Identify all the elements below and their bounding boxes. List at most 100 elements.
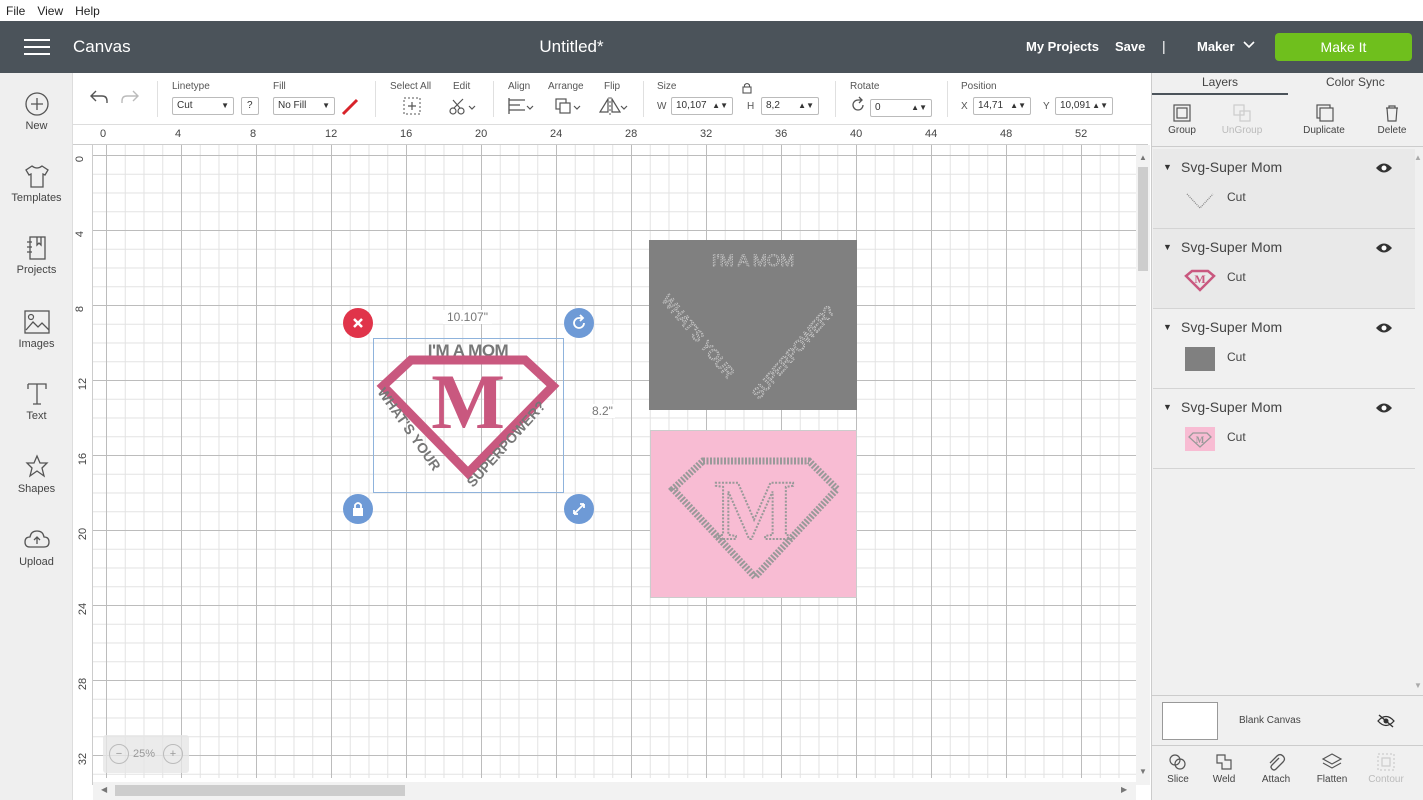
sidebar-label-images: Images (18, 338, 55, 350)
ruler-top-label: 40 (850, 128, 863, 140)
machine-selector[interactable]: Maker (1197, 39, 1235, 54)
scroll-right-icon[interactable]: ▶ (1121, 785, 1127, 794)
arrange-icon[interactable] (553, 96, 581, 116)
stepper-icon[interactable]: ▲▼ (911, 100, 927, 116)
lock-ratio-icon[interactable] (740, 81, 754, 95)
slice-button[interactable]: Slice (1152, 752, 1204, 785)
save-button[interactable]: Save (1115, 39, 1145, 54)
tshirt-icon (24, 165, 49, 188)
stepper-icon[interactable]: ▲▼ (798, 98, 814, 114)
zoom-out-button[interactable]: − (109, 744, 129, 764)
horizontal-scrollbar[interactable]: ◀ ▶ (93, 782, 1136, 800)
select-all-icon[interactable] (402, 96, 422, 116)
sidebar-item-new[interactable]: New (0, 91, 73, 132)
expand-caret-icon[interactable]: ▼ (1163, 242, 1172, 252)
eye-hidden-icon[interactable] (1377, 713, 1395, 729)
ruler-left-label: 8 (74, 305, 87, 313)
vertical-scrollbar[interactable]: ▲ ▼ (1136, 145, 1150, 785)
eye-icon[interactable] (1375, 401, 1393, 415)
flip-icon[interactable] (598, 96, 628, 116)
eye-icon[interactable] (1375, 161, 1393, 175)
flatten-button[interactable]: Flatten (1306, 752, 1358, 785)
layer-group-1[interactable]: ▼ Svg-Super Mom Cut (1153, 149, 1415, 229)
ungroup-icon (1233, 104, 1251, 122)
fill-color-swatch-icon[interactable] (340, 97, 360, 117)
make-it-button[interactable]: Make It (1275, 33, 1412, 61)
panel-scroll-down-icon[interactable]: ▼ (1414, 681, 1422, 690)
width-input[interactable]: 10,107 ▲▼ (671, 97, 733, 115)
vertical-scroll-thumb[interactable] (1138, 167, 1148, 271)
panel-scroll-up-icon[interactable]: ▲ (1414, 153, 1422, 162)
tab-color-sync[interactable]: Color Sync (1326, 75, 1385, 89)
linetype-help-button[interactable]: ? (241, 97, 259, 115)
lock-handle-icon[interactable] (343, 494, 373, 524)
menu-help[interactable]: Help (75, 4, 100, 18)
contour-button[interactable]: Contour (1360, 752, 1412, 785)
undo-icon[interactable] (88, 88, 110, 106)
layer-group-2[interactable]: ▼ Svg-Super Mom M Cut (1153, 229, 1415, 309)
scroll-down-icon[interactable]: ▼ (1139, 767, 1147, 776)
toolbar-divider (947, 81, 948, 117)
align-icon[interactable] (506, 96, 534, 116)
zoom-in-button[interactable]: + (163, 744, 183, 764)
tab-layers[interactable]: Layers (1202, 75, 1238, 89)
super-mom-design[interactable]: I'M A MOM M WHAT'S YOUR SUPERPOWER? (373, 338, 564, 493)
x-position-input[interactable]: 14,71 ▲▼ (973, 97, 1031, 115)
scroll-up-icon[interactable]: ▲ (1139, 153, 1147, 162)
eye-icon[interactable] (1375, 241, 1393, 255)
fill-select[interactable]: No Fill ▼ (273, 97, 335, 115)
stepper-icon[interactable]: ▲▼ (1010, 98, 1026, 114)
layer-group-3[interactable]: ▼ Svg-Super Mom Cut (1153, 309, 1415, 389)
grey-layer-card[interactable]: I'M A MOM WHAT'S YOUR SUPERPOWER? (649, 240, 857, 410)
layer-group-4[interactable]: ▼ Svg-Super Mom M Cut (1153, 389, 1415, 469)
eye-icon[interactable] (1375, 321, 1393, 335)
blank-canvas-swatch[interactable] (1162, 702, 1218, 740)
ruler-top-label: 36 (775, 128, 788, 140)
document-title[interactable]: Untitled* (0, 37, 1143, 57)
rotate-handle-icon[interactable] (564, 308, 594, 338)
sidebar-item-text[interactable]: Text (0, 381, 73, 422)
delete-button[interactable]: Delete (1366, 103, 1418, 136)
sidebar-item-projects[interactable]: Projects (0, 235, 73, 276)
edit-scissors-icon[interactable] (448, 96, 476, 116)
ruler-top-label: 24 (550, 128, 563, 140)
pink-layer-card[interactable]: M (650, 430, 857, 598)
expand-caret-icon[interactable]: ▼ (1163, 322, 1172, 332)
blank-canvas-row[interactable]: Blank Canvas (1152, 695, 1423, 745)
group-button[interactable]: Group (1156, 103, 1208, 136)
layer-operation: Cut (1227, 190, 1246, 204)
rotate-label: Rotate (850, 81, 880, 92)
expand-caret-icon[interactable]: ▼ (1163, 402, 1172, 412)
menu-view[interactable]: View (37, 4, 63, 18)
linetype-select[interactable]: Cut ▼ (172, 97, 234, 115)
chevron-down-icon[interactable] (1242, 37, 1256, 54)
menu-file[interactable]: File (6, 4, 25, 18)
horizontal-scroll-thumb[interactable] (115, 785, 405, 796)
layer-operation: Cut (1227, 350, 1246, 364)
expand-caret-icon[interactable]: ▼ (1163, 162, 1172, 172)
delete-handle-icon[interactable] (343, 308, 373, 338)
sidebar-item-images[interactable]: Images (0, 309, 73, 350)
my-projects-link[interactable]: My Projects (1026, 39, 1099, 54)
weld-button[interactable]: Weld (1198, 752, 1250, 785)
duplicate-button[interactable]: Duplicate (1298, 103, 1350, 136)
resize-handle-icon[interactable] (564, 494, 594, 524)
ruler-top-label: 4 (175, 128, 182, 140)
stepper-icon[interactable]: ▲▼ (1092, 98, 1108, 114)
design-canvas[interactable]: 10.107" 8.2" I'M A MOM M WHAT'S YOUR SUP… (93, 145, 1136, 778)
sidebar-item-upload[interactable]: Upload (0, 527, 73, 568)
y-position-input[interactable]: 10,091 ▲▼ (1055, 97, 1113, 115)
design-letter: M (431, 358, 505, 445)
redo-icon[interactable] (119, 88, 141, 106)
height-input[interactable]: 8,2 ▲▼ (761, 97, 819, 115)
sidebar-item-shapes[interactable]: Shapes (0, 454, 73, 495)
attach-button[interactable]: Attach (1250, 752, 1302, 785)
image-icon (23, 310, 50, 334)
app-header: Canvas Untitled* My Projects Save | Make… (0, 21, 1423, 73)
ruler-top-label: 52 (1075, 128, 1088, 140)
rotate-input[interactable]: 0 ▲▼ (870, 99, 932, 117)
stepper-icon[interactable]: ▲▼ (712, 98, 728, 114)
sidebar-item-templates[interactable]: Templates (0, 163, 73, 204)
scroll-left-icon[interactable]: ◀ (101, 785, 107, 794)
ungroup-button[interactable]: UnGroup (1216, 103, 1268, 136)
